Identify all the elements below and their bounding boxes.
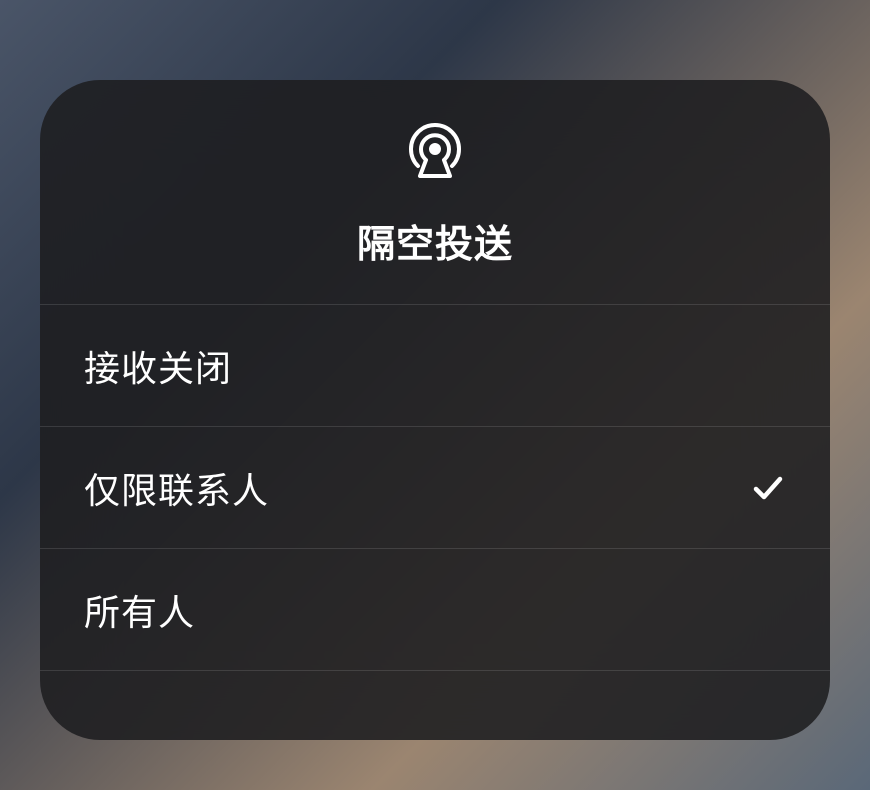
- checkmark-icon: [750, 470, 786, 506]
- option-everyone[interactable]: 所有人: [40, 549, 830, 671]
- airdrop-settings-panel: 隔空投送 接收关闭 仅限联系人 所有人: [40, 80, 830, 740]
- airdrop-icon: [404, 118, 466, 185]
- option-receiving-off[interactable]: 接收关闭: [40, 305, 830, 427]
- option-label: 仅限联系人: [84, 462, 269, 514]
- panel-title: 隔空投送: [357, 213, 513, 268]
- panel-header: 隔空投送: [40, 80, 830, 305]
- option-contacts-only[interactable]: 仅限联系人: [40, 427, 830, 549]
- option-label: 接收关闭: [84, 340, 232, 392]
- option-label: 所有人: [84, 584, 195, 636]
